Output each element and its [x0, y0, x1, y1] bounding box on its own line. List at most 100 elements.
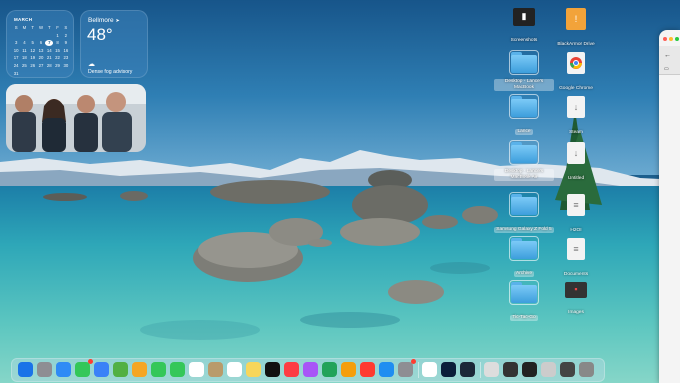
reminders-icon[interactable]	[227, 362, 242, 377]
folder-icon	[509, 236, 539, 261]
desktop-icon[interactable]: Archive	[494, 236, 554, 279]
window-icon[interactable]	[560, 362, 575, 377]
file-icon[interactable]	[484, 362, 499, 377]
calendar-day[interactable]: 3	[12, 40, 20, 46]
calendar-day[interactable]: 20	[37, 55, 45, 61]
chrome-icon[interactable]	[422, 362, 437, 377]
weather-widget[interactable]: Bellmore ➤ 48° ☁ Dense fog advisory	[80, 10, 148, 78]
calendar-icon[interactable]	[189, 362, 204, 377]
calendar-day[interactable]: 18	[20, 55, 28, 61]
finder-icon[interactable]	[18, 362, 33, 377]
numbers-icon[interactable]	[322, 362, 337, 377]
pages-icon[interactable]	[341, 362, 356, 377]
contacts-icon[interactable]	[208, 362, 223, 377]
calendar-day[interactable]: 27	[37, 63, 45, 69]
calendar-day[interactable]: 5	[29, 40, 37, 46]
calendar-day[interactable]: 26	[29, 63, 37, 69]
desktop-icon[interactable]: ↓ Untitled	[546, 142, 606, 184]
dock-separator	[480, 362, 481, 378]
system-settings-icon[interactable]	[398, 359, 416, 377]
desktop-icon[interactable]: ≡ H2OI	[546, 194, 606, 236]
desktop-icon[interactable]: Desktop - Lance's MacBook Air	[494, 140, 554, 183]
desktop-icon-label: Samsung Galaxy Z Fold 5	[494, 227, 554, 233]
calendar-day[interactable]: 19	[29, 55, 37, 61]
terminal-icon[interactable]	[522, 362, 537, 377]
preview-icon[interactable]	[541, 362, 556, 377]
photos-icon[interactable]	[132, 362, 147, 377]
messages-icon[interactable]	[75, 359, 93, 377]
screenshot-icon[interactable]	[503, 362, 518, 377]
launchpad-icon[interactable]	[37, 362, 52, 377]
calendar-day[interactable]: 30	[62, 63, 70, 69]
folder-icon	[509, 50, 539, 75]
calendar-day[interactable]: 28	[45, 63, 53, 69]
desktop-icon[interactable]: ▪ Images	[546, 282, 606, 318]
minimize-button[interactable]	[669, 37, 673, 41]
calendar-day[interactable]: 9	[62, 40, 70, 46]
calendar-day[interactable]: 31	[12, 71, 20, 77]
weather-condition: Dense fog advisory	[88, 69, 133, 75]
zoom-button[interactable]	[675, 37, 679, 41]
desktop-icon-label: Lance	[515, 129, 533, 135]
desktop-icon[interactable]: ↓ Steam	[546, 96, 606, 138]
news-icon[interactable]	[360, 362, 375, 377]
desktop-icon-label: Steam	[569, 130, 583, 135]
calendar-weekday: W	[38, 25, 44, 30]
desktop-icon-label: Archive	[514, 271, 534, 277]
calendar-day[interactable]: 1	[53, 33, 61, 39]
calendar-day[interactable]: 13	[37, 48, 45, 54]
calendar-day[interactable]: 22	[53, 55, 61, 61]
desktop-icon[interactable]: Lance	[494, 94, 554, 137]
photoshop-icon[interactable]	[441, 362, 456, 377]
calendar-day[interactable]: 25	[20, 63, 28, 69]
calendar-day	[37, 33, 45, 39]
music-icon[interactable]	[284, 362, 299, 377]
back-button[interactable]: ←	[664, 52, 671, 59]
podcasts-icon[interactable]	[303, 362, 318, 377]
maps-icon[interactable]	[113, 362, 128, 377]
calendar-day[interactable]: 24	[12, 63, 20, 69]
desktop-icon[interactable]: Samsung Galaxy Z Fold 5	[494, 192, 554, 235]
calendar-day[interactable]: 29	[53, 63, 61, 69]
desktop-icon[interactable]: Desktop - Lance's MacBook	[494, 50, 554, 93]
photo-widget[interactable]	[6, 84, 146, 152]
calendar-day[interactable]: 16	[62, 48, 70, 54]
desktop-icon[interactable]: ▮ Screenshots	[494, 8, 554, 46]
notes-icon[interactable]	[246, 362, 261, 377]
folder-icon	[509, 140, 539, 165]
desktop-icon[interactable]: Tic-Tac-Go	[494, 280, 554, 323]
steam-icon[interactable]	[460, 362, 475, 377]
facetime-icon[interactable]	[151, 362, 166, 377]
download-doc-icon: ↓	[567, 142, 585, 164]
image-icon: ▪	[565, 282, 587, 298]
calendar-day[interactable]: 21	[45, 55, 53, 61]
phone-icon[interactable]	[170, 362, 185, 377]
download-doc-icon: ↓	[567, 96, 585, 118]
desktop-icon[interactable]: Google Chrome	[546, 52, 606, 94]
calendar-day[interactable]: 4	[20, 40, 28, 46]
family-photo	[6, 84, 146, 152]
finder-window[interactable]: ← ▭	[659, 30, 680, 383]
calendar-widget[interactable]: MARCH S M T W T F S 1 2 3 4 5 6 7 8 9 10 11 12 13 14 15 16 17 18…	[6, 10, 74, 78]
apple-tv-icon[interactable]	[265, 362, 280, 377]
trash-icon[interactable]	[579, 362, 594, 377]
calendar-day[interactable]: 2	[62, 33, 70, 39]
calendar-day[interactable]: 11	[20, 48, 28, 54]
calendar-day[interactable]: 10	[12, 48, 20, 54]
desktop-icon[interactable]: ! BlackArmor Drive	[546, 8, 606, 50]
close-button[interactable]	[663, 37, 667, 41]
calendar-day[interactable]: 14	[45, 48, 53, 54]
calendar-day[interactable]: 7	[45, 40, 54, 47]
safari-icon[interactable]	[56, 362, 71, 377]
calendar-month: MARCH	[14, 17, 33, 22]
calendar-day[interactable]: 17	[12, 55, 20, 61]
folder-icon	[509, 94, 539, 119]
mail-icon[interactable]	[94, 362, 109, 377]
app-store-icon[interactable]	[379, 362, 394, 377]
desktop-icon[interactable]: ≡ Documents	[546, 238, 606, 280]
calendar-day[interactable]: 8	[53, 40, 61, 46]
calendar-day[interactable]: 23	[62, 55, 70, 61]
calendar-day[interactable]: 12	[29, 48, 37, 54]
calendar-day[interactable]: 15	[53, 48, 61, 54]
calendar-day[interactable]: 6	[37, 40, 45, 46]
